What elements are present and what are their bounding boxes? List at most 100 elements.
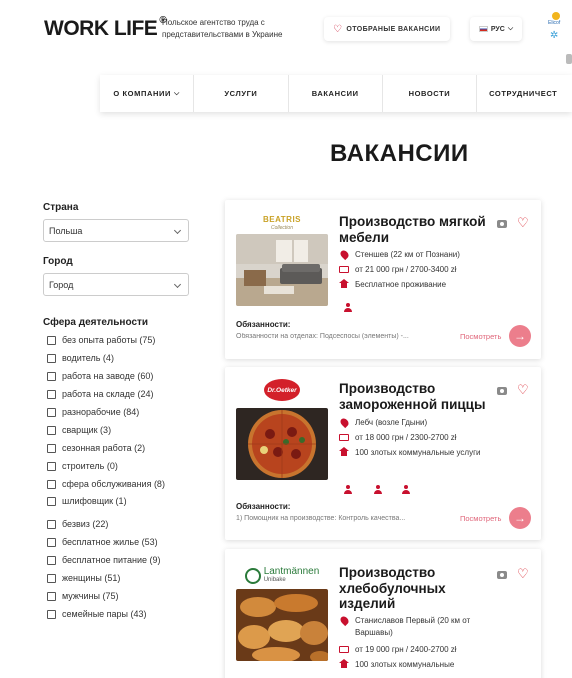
heart-icon[interactable]: ♡ [517, 383, 529, 396]
money-icon [339, 646, 349, 653]
checkbox[interactable] [47, 461, 56, 471]
vacancy-photo [236, 589, 328, 661]
vacancy-card[interactable]: Lantmännen Unibake Производство хлебобул… [225, 549, 541, 678]
checkbox[interactable] [47, 609, 56, 619]
filter-checkbox[interactable]: бесплатное жилье (53) [47, 535, 158, 549]
language-selector[interactable]: РУС ⌵ [470, 17, 522, 41]
chevron-down-icon: ⌵ [173, 89, 180, 97]
partner-logo-top: Elicof [548, 12, 560, 26]
location-row: Лебч (возле Гдыни) [338, 416, 499, 430]
city-select[interactable]: Город [43, 273, 189, 296]
company-logo: Lantmännen Unibake [236, 561, 328, 591]
checkbox[interactable] [47, 496, 56, 506]
checkbox[interactable] [47, 335, 56, 345]
checkbox[interactable] [47, 479, 56, 489]
checkbox[interactable] [47, 425, 56, 435]
vacancy-photo [236, 234, 328, 306]
checkbox[interactable] [47, 555, 56, 565]
location-pin-icon [338, 416, 350, 429]
checkbox[interactable] [47, 591, 56, 601]
location-pin-icon [338, 614, 350, 627]
vacancy-card[interactable]: BEATRIS Collection Производство мягкой м… [225, 200, 541, 359]
filter-checkbox[interactable]: сфера обслуживания (8) [47, 477, 165, 491]
filter-checkbox[interactable]: женщины (51) [47, 571, 120, 585]
salary-row: от 18 000 грн / 2300-2700 zł [339, 432, 499, 444]
nav-item-about[interactable]: О КОМПАНИИ ⌵ [100, 75, 195, 112]
scrollbar-thumb[interactable] [566, 54, 572, 64]
chevron-down-icon [173, 226, 182, 235]
camera-icon[interactable] [497, 387, 507, 395]
heart-icon: ♡ [333, 23, 343, 35]
view-link[interactable]: Посмотреть [460, 332, 501, 341]
location-pin-icon [338, 248, 350, 261]
filter-checkbox[interactable]: разнорабочие (84) [47, 405, 139, 419]
favorites-label: ОТОБРАНЫЕ ВАКАНСИИ [346, 25, 441, 33]
flag-ru-icon [478, 26, 488, 32]
vacancy-title[interactable]: Производство замороженной пиццы [339, 381, 491, 412]
camera-icon[interactable] [497, 571, 507, 579]
filter-checkbox[interactable]: бесплатное питание (9) [47, 553, 161, 567]
nav-item-vacancies[interactable]: ВАКАНСИИ [289, 75, 383, 112]
favorites-button[interactable]: ♡ ОТОБРАНЫЕ ВАКАНСИИ [324, 17, 450, 41]
country-label: Страна [43, 202, 79, 213]
vacancy-card[interactable]: Dr.Oetker Производство замороженной пицц… [225, 367, 541, 540]
duties-label: Обязанности: [236, 502, 291, 511]
house-icon [339, 659, 349, 668]
country-select[interactable]: Польша [43, 219, 189, 242]
checkbox[interactable] [47, 407, 56, 417]
heart-icon[interactable]: ♡ [517, 567, 529, 580]
page-title: ВАКАНСИИ [330, 140, 469, 167]
nav-item-cooperation[interactable]: СОТРУДНИЧЕСТ [477, 75, 572, 112]
filter-checkbox[interactable]: шлифовщик (1) [47, 494, 127, 508]
checkbox[interactable] [47, 389, 56, 399]
arrow-right-icon[interactable]: → [509, 325, 531, 347]
salary-row: от 19 000 грн / 2400-2700 zł [339, 644, 499, 656]
woman-icon [373, 485, 382, 494]
logo-tagline: Польское агентство труда с представитель… [162, 18, 283, 39]
city-label: Город [43, 256, 73, 267]
filter-checkbox[interactable]: без опыта работы (75) [47, 333, 155, 347]
person-icon [343, 485, 352, 494]
checkbox[interactable] [47, 573, 56, 583]
vacancy-title[interactable]: Производство хлебобулочных изделий [339, 565, 491, 612]
filter-checkbox[interactable]: работа на складе (24) [47, 387, 154, 401]
heart-icon[interactable]: ♡ [517, 216, 529, 229]
filter-checkbox[interactable]: сезонная работа (2) [47, 441, 145, 455]
arrow-right-icon[interactable]: → [509, 507, 531, 529]
filter-checkbox[interactable]: сварщик (3) [47, 423, 111, 437]
site-logo[interactable]: WORK LIFE ® [44, 15, 167, 41]
filter-checkbox[interactable]: работа на заводе (60) [47, 369, 153, 383]
money-icon [339, 434, 349, 441]
camera-icon[interactable] [497, 220, 507, 228]
view-link[interactable]: Посмотреть [460, 514, 501, 523]
checkbox[interactable] [47, 353, 56, 363]
housing-row: 100 злотых коммунальные услуги [339, 447, 499, 459]
filter-checkbox[interactable]: мужчины (75) [47, 589, 118, 603]
location-row: Стеншев (22 км от Познани) [338, 248, 499, 262]
filter-checkbox[interactable]: водитель (4) [47, 351, 114, 365]
chevron-down-icon: ⌵ [507, 25, 514, 32]
checkbox[interactable] [47, 443, 56, 453]
duties-text: Обязанности на отделах: Подсеспосы (элем… [236, 333, 409, 340]
nav-item-news[interactable]: НОВОСТИ [383, 75, 478, 112]
nav-item-services[interactable]: УСЛУГИ [194, 75, 289, 112]
vacancy-title[interactable]: Производство мягкой мебели [339, 214, 491, 245]
salary-row: от 21 000 грн / 2700-3400 zł [339, 264, 499, 276]
company-logo: Dr.Oetker [236, 375, 328, 405]
duties-label: Обязанности: [236, 320, 291, 329]
housing-row: Бесплатное проживание [339, 279, 499, 291]
filter-checkbox[interactable]: семейные пары (43) [47, 607, 147, 621]
checkbox[interactable] [47, 371, 56, 381]
housing-row: 100 злотых коммунальные [339, 659, 499, 671]
checkbox[interactable] [47, 537, 56, 547]
partner-logo-bottom: ✲ [548, 30, 558, 41]
wheat-icon [244, 568, 261, 584]
money-icon [339, 266, 349, 273]
sphere-label: Сфера деятельности [43, 317, 149, 328]
main-nav: О КОМПАНИИ ⌵ УСЛУГИ ВАКАНСИИ НОВОСТИ СОТР… [100, 75, 572, 112]
language-label: РУС [490, 25, 505, 33]
checkbox[interactable] [47, 519, 56, 529]
filter-checkbox[interactable]: строитель (0) [47, 459, 118, 473]
filter-checkbox[interactable]: безвиз (22) [47, 517, 108, 531]
house-icon [339, 447, 349, 456]
